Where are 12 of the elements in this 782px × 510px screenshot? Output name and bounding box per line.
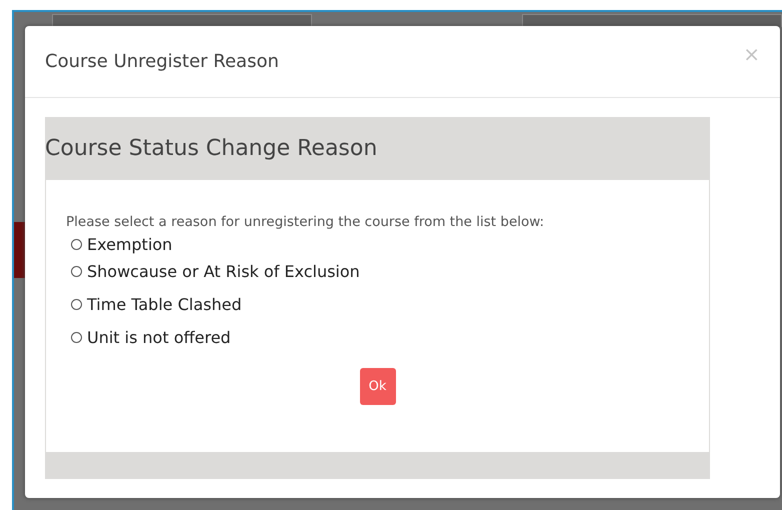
radio-button[interactable]: [71, 298, 82, 310]
option-label[interactable]: Exemption: [87, 234, 172, 254]
radio-button[interactable]: [71, 238, 82, 250]
instruction-text: Please select a reason for unregistering the course from the list below:: [66, 214, 546, 230]
radio-button[interactable]: [71, 266, 82, 276]
radio-button[interactable]: [71, 332, 82, 342]
panel-title: Course Status Change Reason: [45, 136, 378, 161]
modal-title: Course Unregister Reason: [45, 51, 279, 72]
option-label[interactable]: Unit is not offered: [87, 328, 231, 346]
option-label[interactable]: Time Table Clashed: [87, 294, 242, 314]
option-label[interactable]: Showcause or At Risk of Exclusion: [87, 262, 360, 280]
background-bar: [14, 222, 25, 278]
